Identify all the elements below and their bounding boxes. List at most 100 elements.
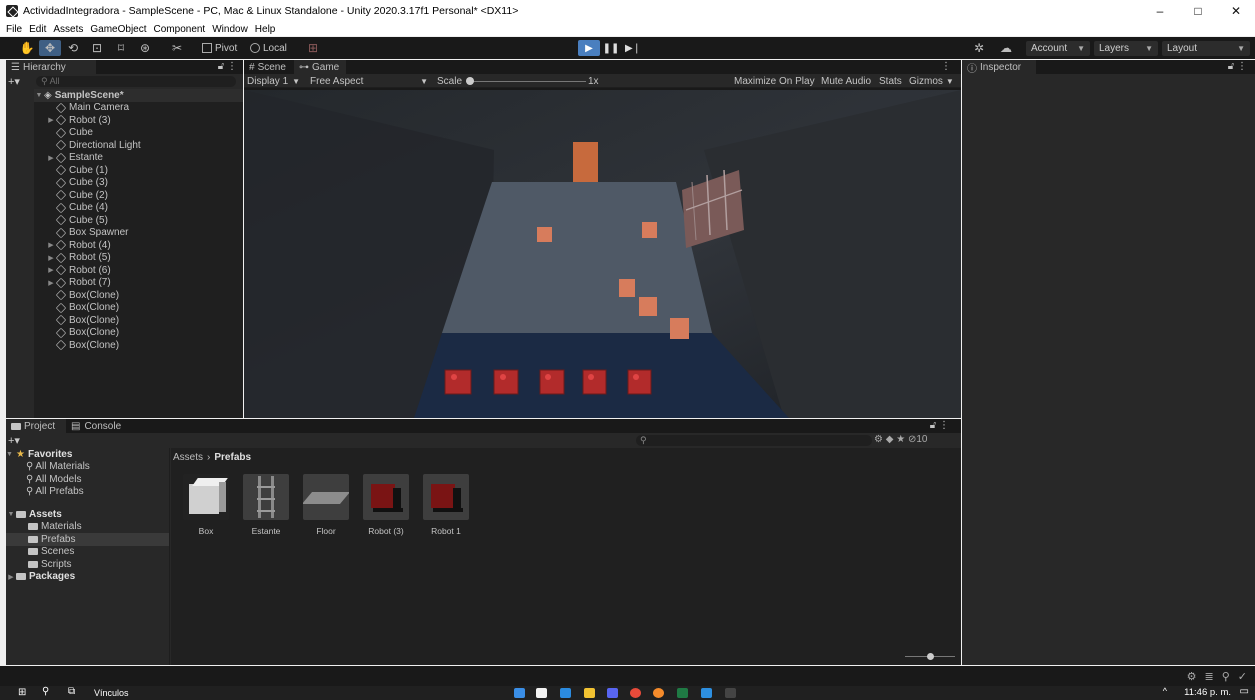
stats-toggle[interactable]: Stats <box>879 75 902 88</box>
hierarchy-item[interactable]: Box(Clone) <box>34 314 243 327</box>
breadcrumb-prefabs[interactable]: Prefabs <box>214 452 251 463</box>
favorites-header[interactable]: ▼ ★ Favorites <box>6 448 169 461</box>
layers-dropdown[interactable]: Layers ▼ <box>1094 41 1158 56</box>
scene-row[interactable]: ▼ ◈ SampleScene* <box>34 89 243 102</box>
menu-edit[interactable]: Edit <box>29 24 46 35</box>
close-button[interactable]: ✕ <box>1217 0 1255 22</box>
game-viewport[interactable] <box>244 90 961 418</box>
expand-arrow-icon[interactable]: ▶ <box>46 279 56 287</box>
menu-window[interactable]: Window <box>212 24 248 35</box>
rotate-tool-icon[interactable]: ⟲ <box>62 40 84 56</box>
check-icon[interactable]: ✓ <box>1238 670 1247 683</box>
firefox-icon[interactable] <box>653 688 664 698</box>
hierarchy-item[interactable]: Cube <box>34 127 243 140</box>
expand-arrow-icon[interactable]: ▶ <box>46 154 56 162</box>
more-options-icon[interactable]: ⋮ <box>941 61 951 72</box>
play-icon[interactable]: ▶ <box>578 40 600 56</box>
hierarchy-item[interactable]: ▶ Robot (3) <box>34 114 243 127</box>
asset-item-box[interactable]: Box <box>182 474 230 536</box>
hierarchy-item[interactable]: Directional Light <box>34 139 243 152</box>
scale-slider[interactable] <box>466 81 586 82</box>
expand-arrow-icon[interactable]: ▼ <box>6 511 16 518</box>
hierarchy-item[interactable]: Box(Clone) <box>34 302 243 315</box>
clock[interactable]: 11:46 p. m. <box>1184 687 1231 698</box>
layout-dropdown[interactable]: Layout ▼ <box>1162 41 1250 56</box>
hierarchy-item[interactable]: Main Camera <box>34 102 243 115</box>
unity-taskbar-icon[interactable] <box>725 688 736 698</box>
maximize-button[interactable]: □ <box>1179 0 1217 22</box>
tab-inspector[interactable]: ⓘ Inspector <box>962 60 1036 75</box>
hierarchy-search-input[interactable]: ⚲ All <box>36 76 236 87</box>
progress-icon[interactable]: ⚙ <box>1187 670 1197 683</box>
grid-snap-icon[interactable]: ⊞ <box>302 40 324 56</box>
scale-tool-icon[interactable]: ⊡ <box>86 40 108 56</box>
favorite-item[interactable]: ⚲ All Materials <box>6 461 169 474</box>
favorite-item[interactable]: ⚲ All Models <box>6 473 169 486</box>
assets-header[interactable]: ▼ Assets <box>6 508 169 521</box>
asset-folder-materials[interactable]: Materials <box>6 521 169 534</box>
create-asset-button[interactable]: +▾ <box>8 434 20 447</box>
menu-help[interactable]: Help <box>255 24 276 35</box>
tab-scene[interactable]: # Scene <box>244 60 294 74</box>
lock-icon[interactable]: 🔓︎ ⋮ <box>218 61 237 72</box>
hierarchy-item[interactable]: ▶ Robot (7) <box>34 277 243 290</box>
edge-icon[interactable] <box>560 688 571 698</box>
hierarchy-item[interactable]: ▶ Estante <box>34 152 243 165</box>
asset-item-robot-1[interactable]: Robot 1 <box>422 474 470 536</box>
expand-arrow-icon[interactable]: ▶ <box>6 573 16 581</box>
tab-console[interactable]: ▤ Console <box>66 419 136 433</box>
asset-item-floor[interactable]: Floor <box>302 474 350 536</box>
discord-icon[interactable] <box>607 688 618 698</box>
windows-start-icon[interactable]: ⊞ <box>18 687 26 698</box>
chevron-up-icon[interactable]: ^ <box>1163 686 1167 696</box>
lock-icon[interactable]: 🔓︎ ⋮ <box>1228 61 1247 72</box>
mute-audio-toggle[interactable]: Mute Audio <box>821 75 871 88</box>
menu-assets[interactable]: Assets <box>53 24 83 35</box>
custom-tool-icon[interactable]: ✂ <box>166 40 188 56</box>
hierarchy-item[interactable]: Cube (1) <box>34 164 243 177</box>
expand-arrow-icon[interactable]: ▼ <box>6 451 16 458</box>
menu-file[interactable]: File <box>6 24 22 35</box>
hierarchy-item[interactable]: Cube (2) <box>34 189 243 202</box>
asset-folder-scripts[interactable]: Scripts <box>6 558 169 571</box>
step-icon[interactable]: ▶❘ <box>622 40 644 56</box>
folder-icon[interactable] <box>584 688 595 698</box>
account-dropdown[interactable]: Account ▼ <box>1026 41 1090 56</box>
pivot-toggle[interactable]: Pivot <box>202 40 237 56</box>
packages-header[interactable]: ▶ Packages <box>6 571 169 584</box>
display-dropdown[interactable]: Display 1 ▼ <box>247 75 300 88</box>
lock-icon[interactable]: 🔓︎ ⋮ <box>930 420 949 431</box>
maximize-on-play-toggle[interactable]: Maximize On Play <box>734 75 815 88</box>
hierarchy-item[interactable]: Box(Clone) <box>34 327 243 340</box>
hierarchy-item[interactable]: Cube (4) <box>34 202 243 215</box>
asset-item-estante[interactable]: Estante <box>242 474 290 536</box>
gizmos-dropdown[interactable]: Gizmos ▼ <box>909 75 954 88</box>
hierarchy-item[interactable]: ▶ Robot (4) <box>34 239 243 252</box>
chrome-icon[interactable] <box>630 688 641 698</box>
debug-icon[interactable]: ⚲ <box>1222 670 1230 683</box>
breadcrumb-assets[interactable]: Assets <box>173 452 203 463</box>
tab-hierarchy[interactable]: ☰ Hierarchy <box>6 60 96 74</box>
asset-folder-prefabs[interactable]: Prefabs <box>6 533 169 546</box>
excel-icon[interactable] <box>677 688 688 698</box>
expand-arrow-icon[interactable]: ▶ <box>46 241 56 249</box>
expand-arrow-icon[interactable]: ▶ <box>46 266 56 274</box>
thumbnail-size-slider[interactable] <box>905 653 955 660</box>
hierarchy-item[interactable]: ▶ Robot (6) <box>34 264 243 277</box>
collab-icon[interactable]: ✲ <box>968 40 990 56</box>
hand-tool-icon[interactable]: ✋ <box>16 40 38 56</box>
rect-tool-icon[interactable]: ⌑ <box>110 40 132 56</box>
project-search-input[interactable]: ⚲ <box>636 435 872 446</box>
pause-icon[interactable]: ❚❚ <box>600 40 622 56</box>
expand-arrow-icon[interactable]: ▶ <box>46 116 56 124</box>
expand-arrow-icon[interactable]: ▼ <box>34 92 44 99</box>
asset-folder-scenes[interactable]: Scenes <box>6 546 169 559</box>
tab-game[interactable]: ⊶ Game <box>294 60 346 74</box>
task-view-icon[interactable]: ⧉ <box>68 686 75 697</box>
menu-component[interactable]: Component <box>154 24 206 35</box>
expand-arrow-icon[interactable]: ▶ <box>46 254 56 262</box>
scale-slider-handle[interactable] <box>466 77 474 85</box>
cloud-icon[interactable]: ☁ <box>995 40 1017 56</box>
hierarchy-item[interactable]: Cube (3) <box>34 177 243 190</box>
menu-gameobject[interactable]: GameObject <box>90 24 146 35</box>
